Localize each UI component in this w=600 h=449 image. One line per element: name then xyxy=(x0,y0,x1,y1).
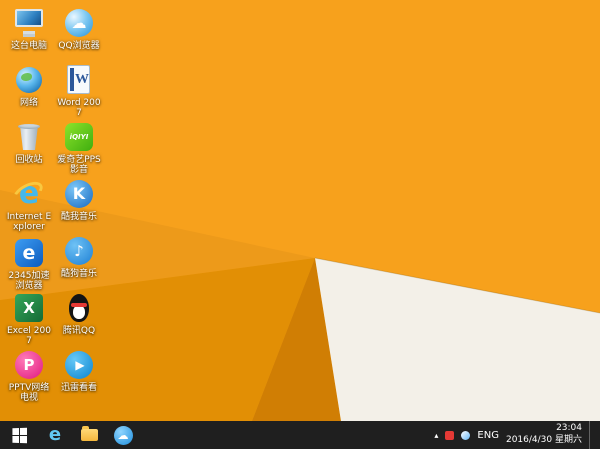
tray-app-icon[interactable] xyxy=(461,430,471,440)
start-button[interactable] xyxy=(0,421,38,449)
desktop-icon-xunlei[interactable]: ▶ 迅雷看看 xyxy=(54,348,104,405)
network-globe-icon xyxy=(12,63,46,97)
desktop-icon-qq-browser[interactable]: ☁ QQ浏览器 xyxy=(54,6,104,63)
xunlei-player-icon: ▶ xyxy=(62,348,96,382)
desktop-icon-pptv[interactable]: P PPTV网络电视 xyxy=(4,348,54,405)
pptv-letter: P xyxy=(23,355,35,374)
desktop-icon-recycle-bin[interactable]: 回收站 xyxy=(4,120,54,177)
cloud-icon: ☁ xyxy=(113,425,133,445)
windows-logo-icon xyxy=(11,427,27,443)
internet-explorer-icon: e xyxy=(12,177,46,211)
kuwo-music-icon: K xyxy=(62,177,96,211)
taskbar: e ☁ ▴ ENG 23:04 2016/4/30 星期六 xyxy=(0,421,600,449)
desktop-icon-label: 酷狗音乐 xyxy=(60,269,97,279)
iqiyi-icon: iQIYI xyxy=(62,120,96,154)
penguin-belly xyxy=(73,305,85,319)
browser-2345-icon: e xyxy=(12,236,46,270)
desktop-icon-kugou[interactable]: ♪ 酷狗音乐 xyxy=(54,234,104,291)
desktop-icon-label: Internet Explorer xyxy=(6,212,52,233)
penguin-scarf xyxy=(71,303,87,307)
excel-icon: X xyxy=(12,291,46,325)
desktop-icon-excel-2007[interactable]: X Excel 2007 xyxy=(4,291,54,348)
taskbar-internet-explorer[interactable]: e xyxy=(38,421,72,449)
clock-time: 23:04 xyxy=(556,423,582,434)
ie-letter: e xyxy=(18,176,40,211)
recycle-bin-icon xyxy=(12,120,46,154)
cloud-glyph: ☁ xyxy=(71,13,87,32)
excel-letter: X xyxy=(23,298,35,317)
qq-browser-icon: ☁ xyxy=(62,6,96,40)
desktop-icon-label: 回收站 xyxy=(15,155,43,165)
desktop-icon-this-pc[interactable]: 这台电脑 xyxy=(4,6,54,63)
desktop-icon-internet-explorer[interactable]: e Internet Explorer xyxy=(4,177,54,234)
desktop-icon-label: 酷我音乐 xyxy=(60,212,97,222)
qq-penguin-icon xyxy=(62,291,96,325)
desktop-icon-label: PPTV网络电视 xyxy=(8,383,50,404)
desktop-icon-word-2007[interactable]: W Word 2007 xyxy=(54,63,104,120)
kuwo-letter: K xyxy=(72,184,86,203)
taskbar-clock[interactable]: 23:04 2016/4/30 星期六 xyxy=(506,423,582,446)
ie-icon: e xyxy=(48,424,62,445)
clock-date: 2016/4/30 星期六 xyxy=(505,435,582,445)
play-glyph: ▶ xyxy=(75,358,85,372)
desktop-icon-label: 2345加速浏览器 xyxy=(8,271,50,292)
desktop-icon-2345-browser[interactable]: e 2345加速浏览器 xyxy=(4,234,54,291)
iqiyi-wordmark: iQIYI xyxy=(69,132,89,141)
kugou-music-icon: ♪ xyxy=(62,234,96,268)
taskbar-file-explorer[interactable] xyxy=(72,421,106,449)
desktop-icon-iqiyi[interactable]: iQIYI 爱奇艺PPS影音 xyxy=(54,120,104,177)
desktop-icon-label: Excel 2007 xyxy=(7,326,51,347)
language-indicator[interactable]: ENG xyxy=(477,430,499,441)
desktop: 这台电脑 ☁ QQ浏览器 网络 W Word 2007 回收站 iQIYI 爱奇… xyxy=(0,0,600,421)
show-desktop-button[interactable] xyxy=(589,421,596,449)
folder-icon xyxy=(80,426,98,441)
taskbar-cloud-app[interactable]: ☁ xyxy=(106,421,140,449)
word-letter: W xyxy=(75,72,89,87)
desktop-icon-label: 腾讯QQ xyxy=(62,326,96,336)
desktop-icon-tencent-qq[interactable]: 腾讯QQ xyxy=(54,291,104,348)
pptv-icon: P xyxy=(12,348,46,382)
tray-overflow-arrow-icon[interactable]: ▴ xyxy=(434,431,438,440)
desktop-icon-label: QQ浏览器 xyxy=(58,41,100,51)
system-tray: ▴ ENG 23:04 2016/4/30 星期六 xyxy=(434,421,600,449)
desktop-icon-label: 迅雷看看 xyxy=(60,383,97,393)
music-note-glyph: ♪ xyxy=(74,241,84,260)
e-letter: e xyxy=(22,241,36,264)
desktop-icon-label: 这台电脑 xyxy=(10,41,47,51)
desktop-icon-label: Word 2007 xyxy=(57,98,101,119)
word-document-icon: W xyxy=(62,63,96,97)
desktop-icon-label: 网络 xyxy=(19,98,38,108)
desktop-icon-network[interactable]: 网络 xyxy=(4,63,54,120)
desktop-icon-grid: 这台电脑 ☁ QQ浏览器 网络 W Word 2007 回收站 iQIYI 爱奇… xyxy=(4,6,104,405)
desktop-icon-label: 爱奇艺PPS影音 xyxy=(57,155,101,176)
computer-icon xyxy=(12,6,46,40)
tray-security-icon[interactable] xyxy=(445,430,455,440)
desktop-icon-kuwo[interactable]: K 酷我音乐 xyxy=(54,177,104,234)
